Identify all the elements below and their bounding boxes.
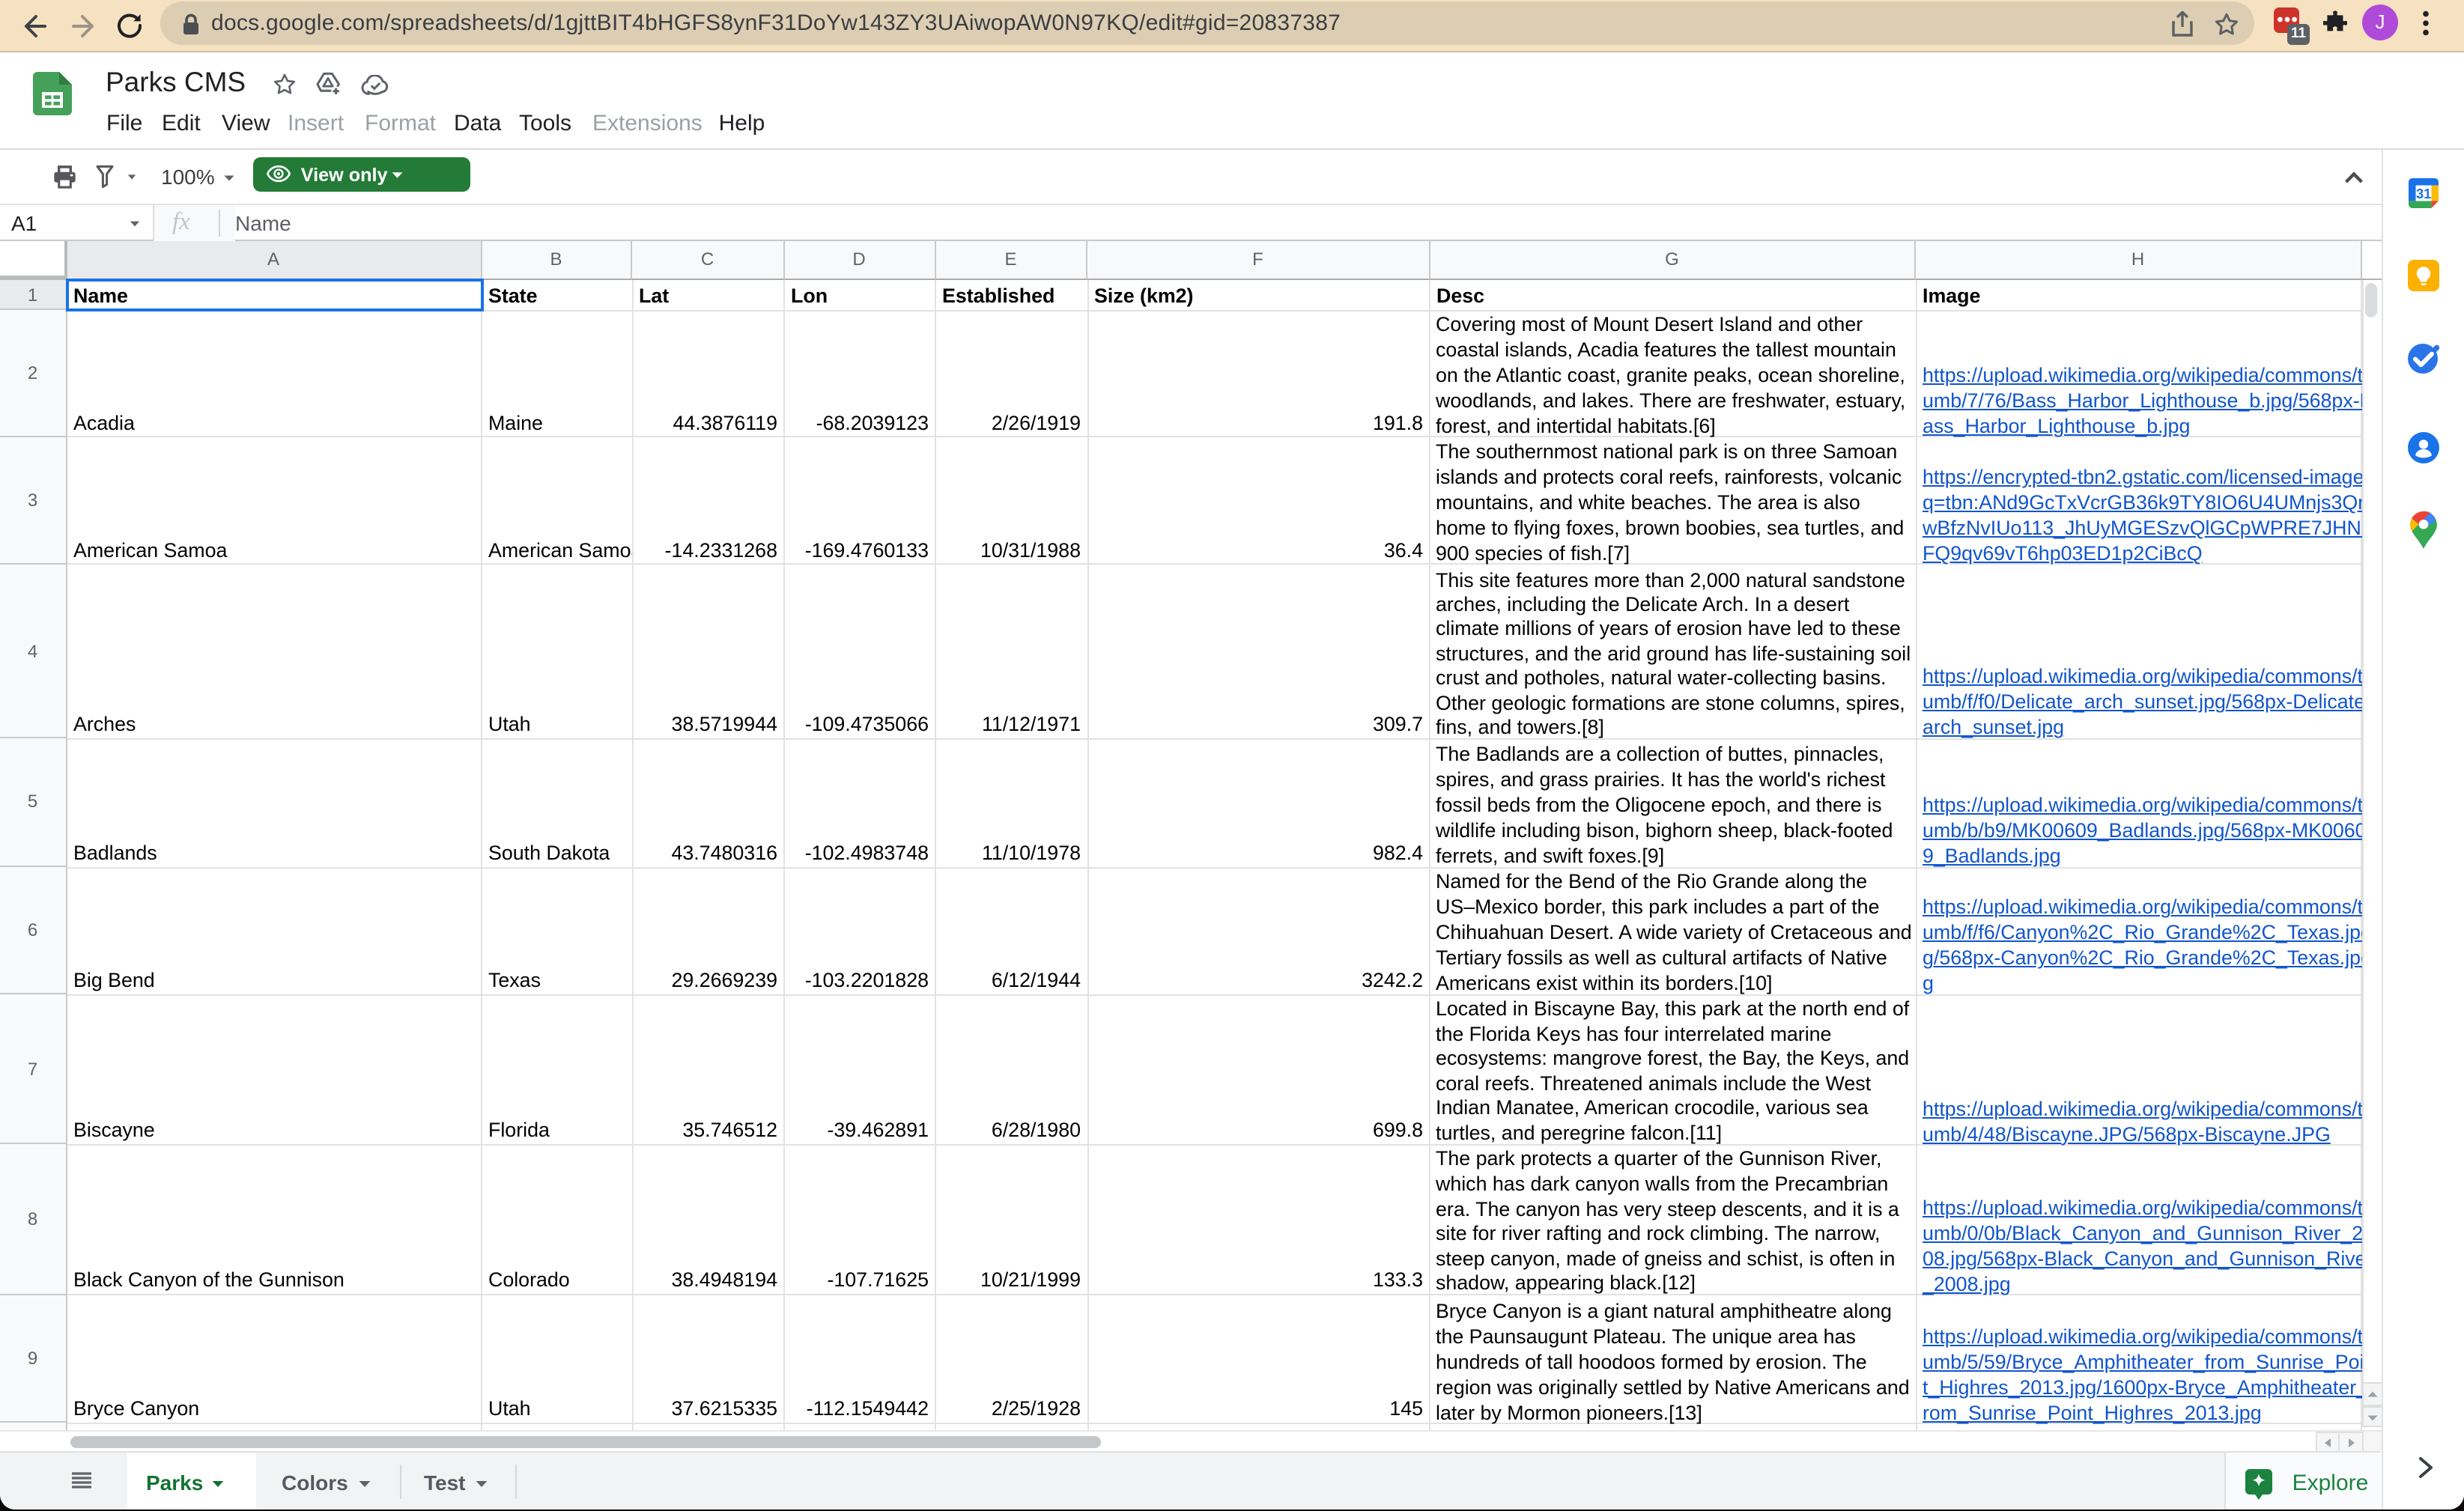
- svg-text:31: 31: [2416, 186, 2431, 201]
